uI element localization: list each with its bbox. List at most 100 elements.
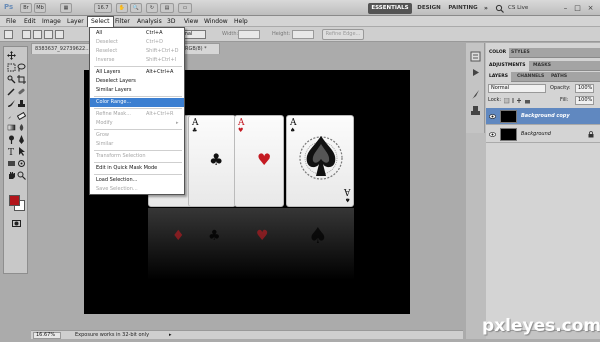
close-button[interactable]: ×: [585, 3, 596, 13]
zoom-field[interactable]: 16.67%: [33, 332, 61, 339]
rectangular-marquee-icon[interactable]: [7, 63, 16, 72]
menu-item-quick-mask[interactable]: Edit in Quick Mask Mode: [90, 164, 184, 173]
height-field[interactable]: [292, 30, 314, 39]
pen-icon[interactable]: [17, 135, 26, 144]
search-icon[interactable]: [495, 4, 505, 13]
menu-image[interactable]: Image: [39, 16, 64, 27]
foreground-color-swatch[interactable]: [9, 195, 20, 206]
menu-item-deselect-layers[interactable]: Deselect Layers: [90, 77, 184, 86]
screen-mode-button[interactable]: ▭: [178, 3, 192, 13]
subtract-selection-icon[interactable]: [44, 30, 53, 39]
lock-options-icon[interactable]: [504, 98, 532, 104]
eyedropper-icon[interactable]: [7, 87, 16, 96]
marquee-preset-icon[interactable]: [4, 30, 13, 39]
eye-icon[interactable]: [489, 131, 496, 138]
menu-item-modify[interactable]: Modify ▸: [90, 119, 184, 128]
menu-window[interactable]: Window: [201, 16, 231, 27]
tab-styles[interactable]: STYLES: [508, 48, 533, 58]
menu-item-color-range[interactable]: Color Range...: [90, 98, 184, 107]
path-selection-icon[interactable]: [17, 147, 26, 156]
brush-panel-icon[interactable]: [470, 89, 481, 100]
lasso-icon[interactable]: [17, 63, 26, 72]
hand-icon[interactable]: [7, 171, 16, 180]
opacity-field[interactable]: 100%: [575, 84, 594, 93]
menu-view[interactable]: View: [181, 16, 201, 27]
workspace-painting[interactable]: PAINTING: [446, 3, 480, 14]
zoom-icon[interactable]: [17, 171, 26, 180]
spot-healing-icon[interactable]: [17, 87, 26, 96]
tab-paths[interactable]: PATHS: [548, 72, 570, 82]
menu-item-reselect[interactable]: Reselect Shift+Ctrl+D: [90, 47, 184, 56]
arrange-documents-button[interactable]: ▤: [160, 3, 174, 13]
tab-color[interactable]: COLOR: [486, 48, 510, 58]
menu-edit[interactable]: Edit: [21, 16, 39, 27]
brush-icon[interactable]: [7, 99, 16, 108]
rectangle-shape-icon[interactable]: [7, 159, 16, 168]
menu-item-grow[interactable]: Grow: [90, 131, 184, 140]
width-field[interactable]: [238, 30, 260, 39]
menu-item-refine-mask[interactable]: Refine Mask... Alt+Ctrl+R: [90, 110, 184, 119]
quick-mask-icon[interactable]: [12, 219, 21, 228]
layer-name[interactable]: Background: [521, 126, 551, 143]
menu-select[interactable]: Select: [87, 16, 114, 27]
eye-icon[interactable]: [489, 113, 496, 120]
menu-3d[interactable]: 3D: [164, 16, 178, 27]
cs-live-button[interactable]: CS Live: [508, 3, 528, 14]
type-icon[interactable]: T: [7, 147, 16, 156]
layer-row[interactable]: Background: [486, 126, 600, 143]
zoom-tool-button[interactable]: 🔍: [130, 3, 142, 13]
menu-item-all[interactable]: All Ctrl+A: [90, 29, 184, 38]
dodge-icon[interactable]: [7, 135, 16, 144]
quick-selection-icon[interactable]: [7, 75, 16, 84]
menu-item-similar-layers[interactable]: Similar Layers: [90, 86, 184, 95]
clone-source-panel-icon[interactable]: [470, 105, 481, 116]
crop-icon[interactable]: [17, 75, 26, 84]
fill-field[interactable]: 100%: [575, 96, 594, 105]
menu-analysis[interactable]: Analysis: [134, 16, 165, 27]
menu-item-deselect[interactable]: Deselect Ctrl+D: [90, 38, 184, 47]
new-selection-icon[interactable]: [22, 30, 31, 39]
bridge-button[interactable]: Br: [20, 3, 32, 13]
history-panel-icon[interactable]: [470, 51, 481, 62]
menu-file[interactable]: File: [3, 16, 19, 27]
minimize-button[interactable]: –: [560, 3, 571, 13]
eraser-icon[interactable]: [17, 111, 26, 120]
3d-rotate-icon[interactable]: [17, 159, 26, 168]
tab-layers[interactable]: LAYERS: [486, 72, 511, 82]
add-selection-icon[interactable]: [33, 30, 42, 39]
mini-bridge-button[interactable]: Mb: [34, 3, 46, 13]
layer-name[interactable]: Background copy: [521, 108, 570, 125]
tab-adjustments[interactable]: ADJUSTMENTS: [486, 61, 529, 71]
workspace-essentials[interactable]: ESSENTIALS: [368, 3, 412, 14]
menu-item-load-selection[interactable]: Load Selection...: [90, 176, 184, 185]
tab-channels[interactable]: CHANNELS: [514, 72, 547, 82]
hand-tool-button[interactable]: ✋: [116, 3, 128, 13]
menu-item-all-layers[interactable]: All Layers Alt+Ctrl+A: [90, 68, 184, 77]
workspace-design[interactable]: DESIGN: [415, 3, 443, 14]
menu-help[interactable]: Help: [231, 16, 251, 27]
zoom-level-button[interactable]: 16.7: [94, 3, 112, 13]
layer-row[interactable]: Background copy: [486, 108, 600, 125]
rotate-view-button[interactable]: ↻: [146, 3, 158, 13]
menu-item-similar[interactable]: Similar: [90, 140, 184, 149]
menu-item-transform-selection[interactable]: Transform Selection: [90, 152, 184, 161]
blur-icon[interactable]: [17, 123, 26, 132]
menu-item-inverse[interactable]: Inverse Shift+Ctrl+I: [90, 56, 184, 65]
menu-layer[interactable]: Layer: [64, 16, 87, 27]
gradient-icon[interactable]: [7, 123, 16, 132]
status-menu-arrow-icon[interactable]: ▸: [169, 331, 172, 340]
refine-edge-button[interactable]: Refine Edge...: [322, 29, 364, 40]
clone-stamp-icon[interactable]: [17, 99, 26, 108]
menu-filter[interactable]: Filter: [112, 16, 133, 27]
workspace-more[interactable]: »: [481, 3, 491, 14]
view-extras-button[interactable]: ▦: [60, 3, 72, 13]
document-tab-mode[interactable]: RGB/8) *: [184, 43, 220, 54]
move-tool-icon[interactable]: [7, 51, 16, 60]
blend-mode-select[interactable]: Normal: [488, 84, 546, 93]
tab-masks[interactable]: MASKS: [530, 61, 554, 71]
restore-button[interactable]: □: [572, 3, 583, 13]
menu-item-save-selection[interactable]: Save Selection...: [90, 185, 184, 194]
actions-panel-icon[interactable]: [470, 67, 481, 78]
intersect-selection-icon[interactable]: [55, 30, 64, 39]
history-brush-icon[interactable]: [7, 111, 16, 120]
